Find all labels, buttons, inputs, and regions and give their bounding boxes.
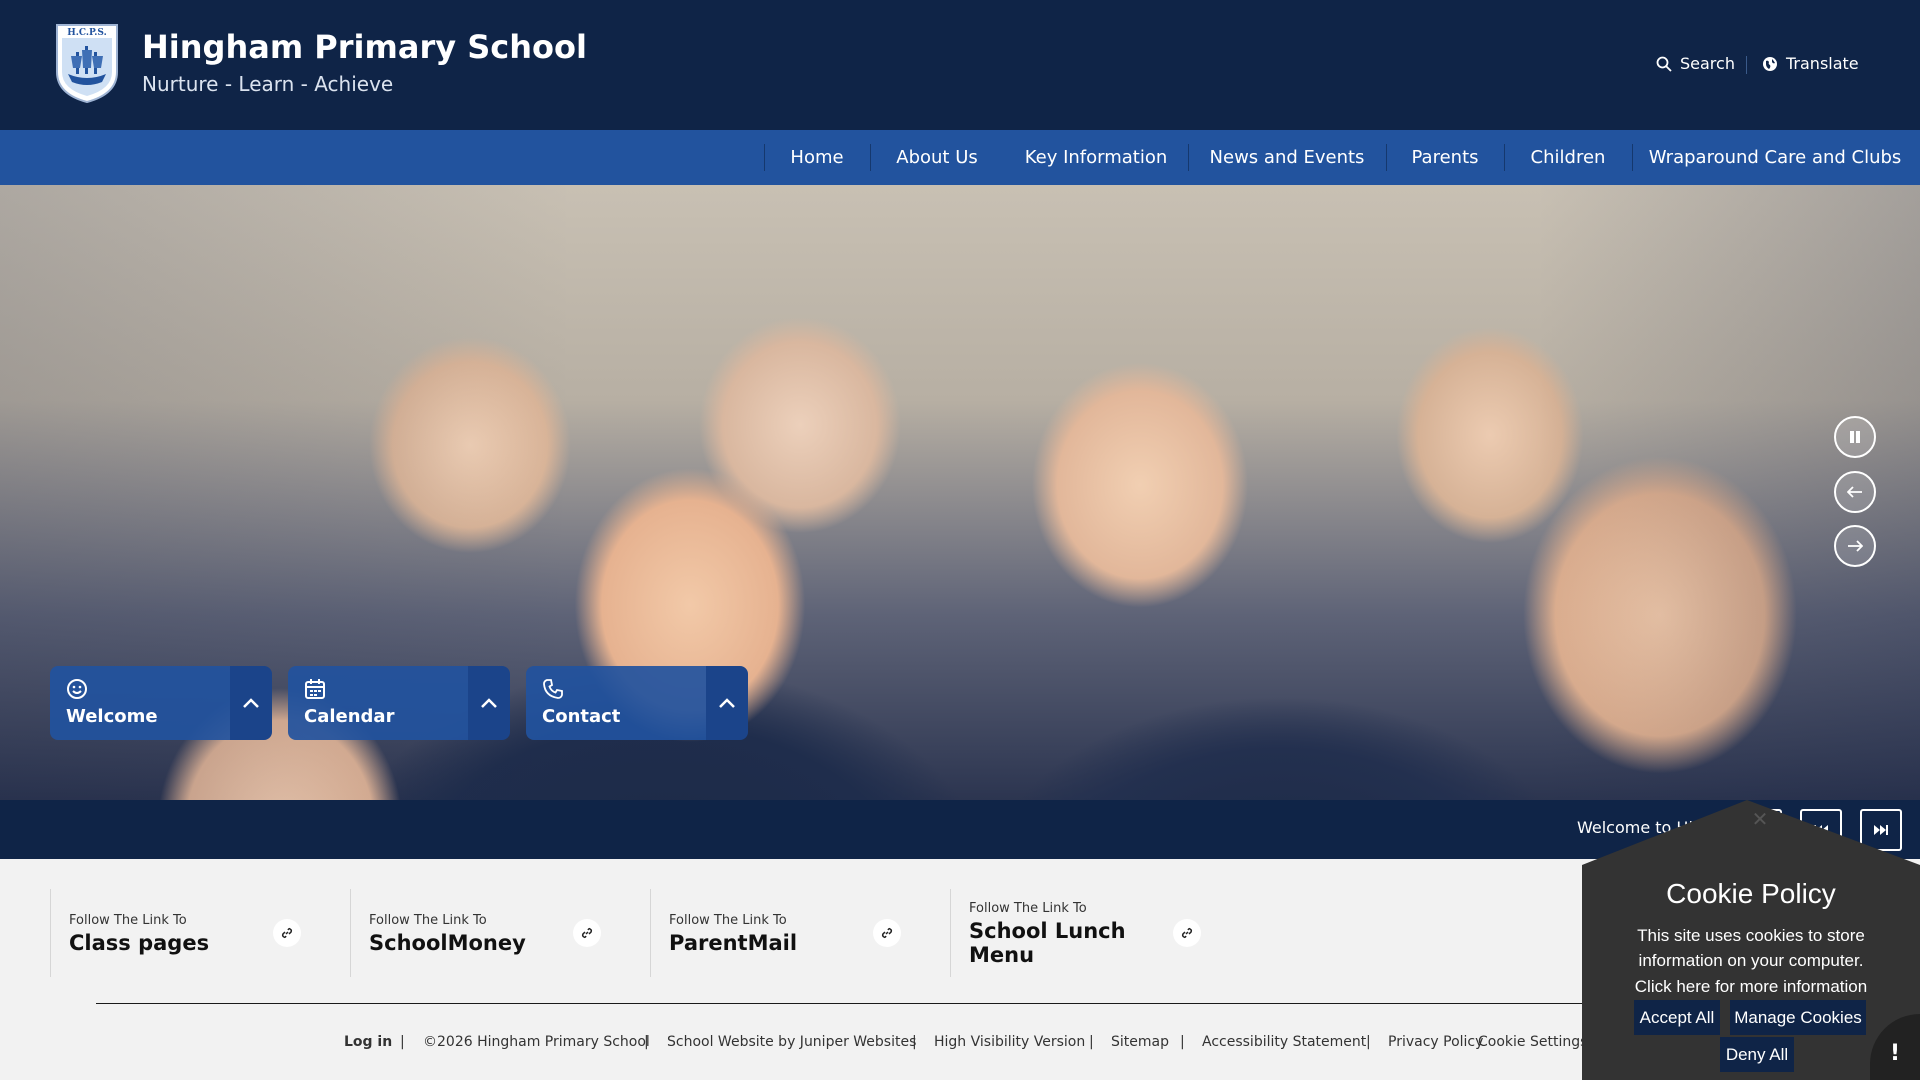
site-header: H.C.P.S. Hingham Primary School Nurture … xyxy=(0,0,1920,130)
cookie-more-info-link[interactable]: Click here for more information xyxy=(1582,977,1920,997)
quick-tab-calendar-body[interactable]: Calendar xyxy=(288,666,468,740)
privacy-policy-link[interactable]: Privacy Policy xyxy=(1388,1034,1483,1050)
quick-tab-expand-button[interactable] xyxy=(468,666,510,740)
quick-link-school-lunch-menu[interactable]: Follow The Link To School Lunch Menu xyxy=(950,889,1250,977)
quick-link-class-pages[interactable]: Follow The Link To Class pages xyxy=(50,889,350,977)
quick-link-pretext: Follow The Link To xyxy=(669,913,787,928)
quick-tab-label: Calendar xyxy=(304,706,395,727)
quick-tab-welcome[interactable]: Welcome xyxy=(50,666,272,740)
link-icon xyxy=(273,919,301,947)
quick-tab-expand-button[interactable] xyxy=(230,666,272,740)
accept-all-button[interactable]: Accept All xyxy=(1634,1000,1720,1035)
quick-link-pretext: Follow The Link To xyxy=(969,901,1087,916)
header-divider xyxy=(1746,56,1747,74)
cookie-title: Cookie Policy xyxy=(1666,878,1836,909)
link-icon xyxy=(873,919,901,947)
footer-separator: | xyxy=(912,1034,917,1050)
footer-separator: | xyxy=(644,1034,649,1050)
nav-item-wraparound-care[interactable]: Wraparound Care and Clubs xyxy=(1640,130,1910,185)
nav-item-about-us[interactable]: About Us xyxy=(870,130,1004,185)
footer-separator: | xyxy=(1366,1034,1371,1050)
quick-tab-contact-body[interactable]: Contact xyxy=(526,666,706,740)
phone-icon xyxy=(543,679,563,699)
cookie-policy-content: Cookie Policy This site uses cookies to … xyxy=(1582,800,1920,1080)
link-icon xyxy=(573,919,601,947)
chevron-up-icon xyxy=(243,698,259,708)
quick-tab-contact[interactable]: Contact xyxy=(526,666,748,740)
school-name[interactable]: Hingham Primary School xyxy=(142,28,587,66)
cookie-settings-link[interactable]: Cookie Settings xyxy=(1478,1034,1587,1050)
school-motto: Nurture - Learn - Achieve xyxy=(142,72,394,96)
pause-icon xyxy=(1850,431,1860,443)
high-visibility-link[interactable]: High Visibility Version xyxy=(934,1034,1085,1050)
quick-link-title: ParentMail xyxy=(669,931,798,955)
arrow-left-icon xyxy=(1847,486,1862,498)
footer-separator: | xyxy=(1089,1034,1094,1050)
smile-icon xyxy=(67,679,87,699)
login-link[interactable]: Log in xyxy=(344,1034,392,1050)
quick-link-pretext: Follow The Link To xyxy=(69,913,187,928)
nav-separator xyxy=(1632,144,1633,171)
nav-item-key-information[interactable]: Key Information xyxy=(1014,130,1178,185)
slideshow-prev-button[interactable] xyxy=(1834,471,1876,513)
footer-separator: | xyxy=(1180,1034,1185,1050)
slideshow-next-button[interactable] xyxy=(1834,525,1876,567)
translate-label: Translate xyxy=(1786,54,1859,73)
quick-link-title: Class pages xyxy=(69,931,210,955)
cookie-text-line: information on your computer. xyxy=(1638,951,1864,970)
website-credit-link[interactable]: School Website by Juniper Websites xyxy=(667,1034,916,1050)
link-icon xyxy=(1173,919,1201,947)
accessibility-statement-link[interactable]: Accessibility Statement xyxy=(1202,1034,1366,1050)
translate-button[interactable]: Translate xyxy=(1762,54,1859,73)
quick-link-schoolmoney[interactable]: Follow The Link To SchoolMoney xyxy=(350,889,650,977)
quick-tab-expand-button[interactable] xyxy=(706,666,748,740)
school-crest-logo[interactable]: H.C.P.S. xyxy=(54,22,120,104)
quick-tab-label: Contact xyxy=(542,706,621,727)
nav-item-home[interactable]: Home xyxy=(764,130,870,185)
quick-link-parentmail[interactable]: Follow The Link To ParentMail xyxy=(650,889,950,977)
quick-link-pretext: Follow The Link To xyxy=(369,913,487,928)
cookie-text-line: This site uses cookies to store xyxy=(1637,926,1865,945)
deny-all-button[interactable]: Deny All xyxy=(1720,1037,1794,1072)
svg-text:H.C.P.S.: H.C.P.S. xyxy=(67,28,107,38)
search-label: Search xyxy=(1680,54,1735,73)
globe-icon xyxy=(1763,56,1777,71)
main-navigation: Home About Us Key Information News and E… xyxy=(0,130,1920,185)
nav-item-children[interactable]: Children xyxy=(1504,130,1632,185)
calendar-icon xyxy=(305,679,325,699)
nav-item-parents[interactable]: Parents xyxy=(1386,130,1504,185)
quick-tab-label: Welcome xyxy=(66,706,158,727)
quick-tab-calendar[interactable]: Calendar xyxy=(288,666,510,740)
search-icon xyxy=(1656,56,1672,72)
quick-link-title: SchoolMoney xyxy=(369,931,526,955)
slideshow-pause-button[interactable] xyxy=(1834,416,1876,458)
copyright-text: ©2026 Hingham Primary School xyxy=(423,1034,650,1050)
quick-link-title: School Lunch Menu xyxy=(969,919,1126,967)
footer-separator: | xyxy=(400,1034,405,1050)
manage-cookies-button[interactable]: Manage Cookies xyxy=(1730,1000,1866,1035)
search-button[interactable]: Search xyxy=(1656,54,1735,73)
arrow-right-icon xyxy=(1848,540,1863,552)
nav-item-news-and-events[interactable]: News and Events xyxy=(1188,130,1386,185)
chevron-up-icon xyxy=(481,698,497,708)
quick-tab-welcome-body[interactable]: Welcome xyxy=(50,666,230,740)
chevron-up-icon xyxy=(719,698,735,708)
sitemap-link[interactable]: Sitemap xyxy=(1111,1034,1169,1050)
